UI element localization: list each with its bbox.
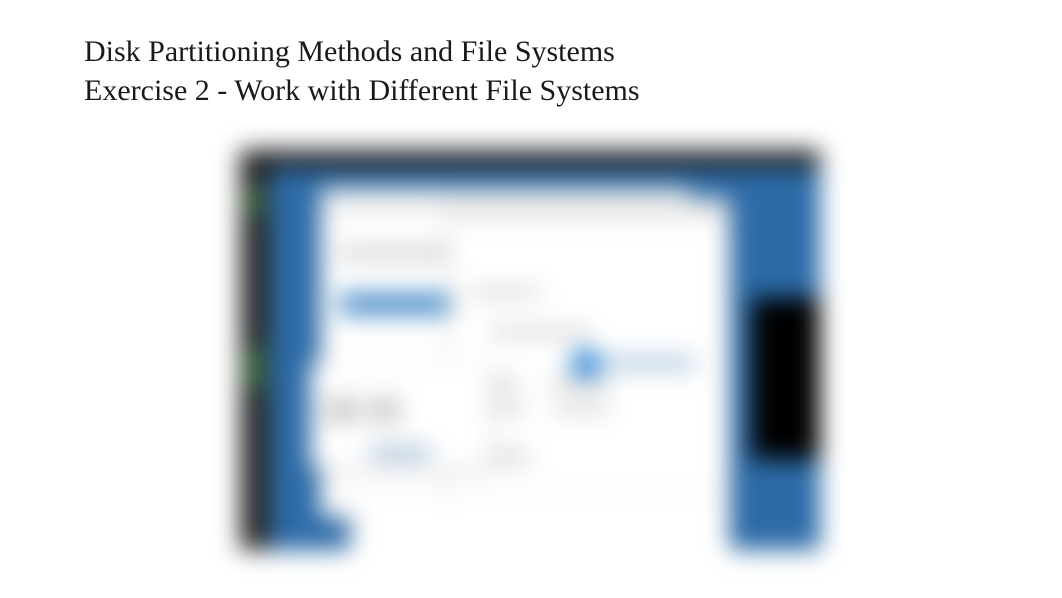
dialog-button: [370, 446, 430, 460]
terminal-window: [752, 298, 820, 458]
desktop-area: [270, 168, 820, 550]
page-header: Disk Partitioning Methods and File Syste…: [84, 32, 640, 110]
side-indicator-icon: [248, 188, 262, 213]
window-titlebar: [450, 198, 730, 220]
side-panel: [240, 168, 270, 550]
blurred-screenshot: [240, 150, 820, 550]
os-taskbar: [240, 150, 820, 168]
small-dialog-window: [310, 363, 490, 468]
window-text-line: [550, 378, 610, 388]
dialog-window: [450, 198, 730, 498]
window-text-line: [555, 403, 610, 413]
circle-icon: [570, 348, 602, 380]
thumbnail-icon: [325, 398, 360, 422]
window-text-line: [490, 328, 590, 336]
screenshot-body: [240, 150, 820, 550]
page-subtitle: Exercise 2 - Work with Different File Sy…: [84, 71, 640, 110]
icon-label: [605, 356, 695, 370]
bottom-panel-window: [350, 495, 730, 550]
thumbnail-icon: [370, 398, 400, 422]
page-title: Disk Partitioning Methods and File Syste…: [84, 32, 640, 71]
side-indicator-icon: [248, 348, 262, 388]
window-text-line: [470, 288, 540, 296]
